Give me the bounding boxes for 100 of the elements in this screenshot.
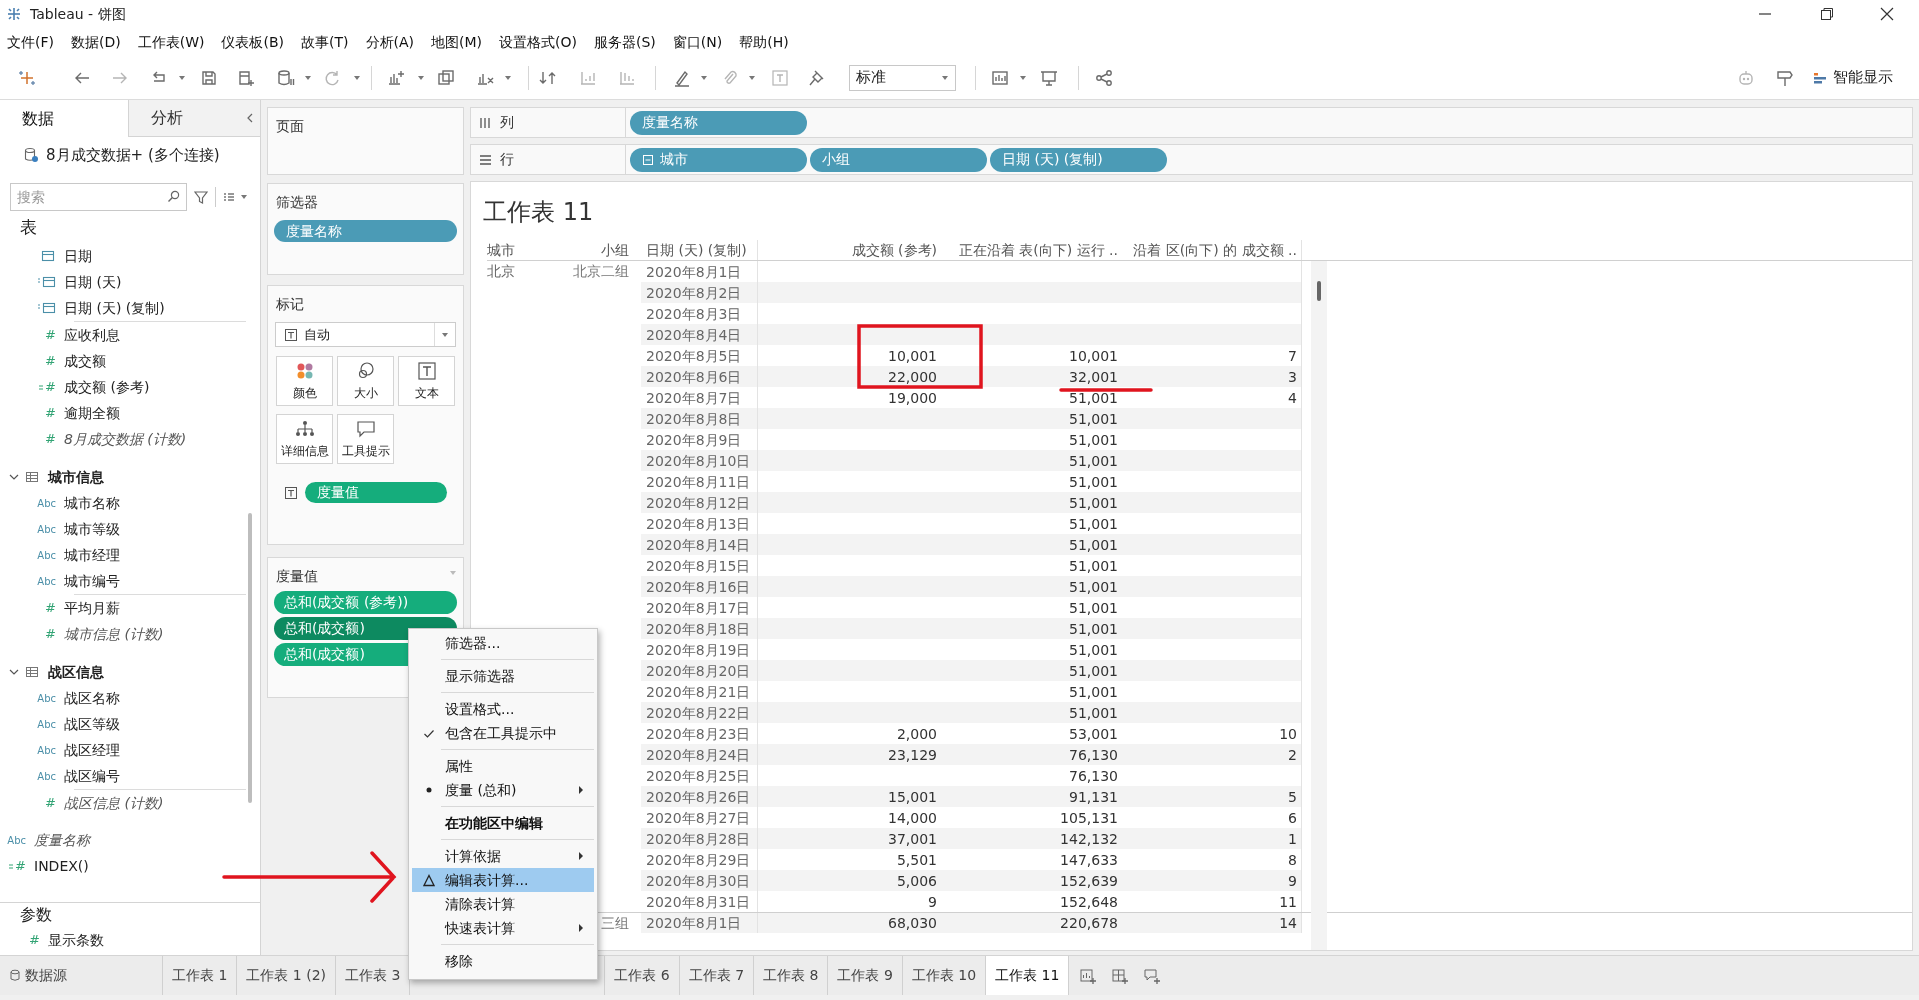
menu-item[interactable]: 故事(T) — [301, 31, 349, 53]
field-item[interactable]: 战区等级 — [64, 713, 120, 735]
chevron-down-icon[interactable] — [9, 472, 19, 482]
field-item[interactable]: 平均月薪 — [64, 597, 120, 619]
column-header[interactable]: 成交额 (参考) — [758, 240, 941, 260]
field-item[interactable]: 城市名称 — [64, 492, 120, 514]
duplicate-icon[interactable] — [436, 67, 456, 88]
field-item[interactable]: 战区名称 — [64, 687, 120, 709]
field-item[interactable]: 8月成交数据 (计数) — [64, 428, 187, 450]
new-worksheet-icon[interactable] — [1079, 966, 1098, 985]
folder-item[interactable]: 战区信息 — [48, 661, 104, 683]
field-item[interactable]: 成交额 (参考) — [64, 376, 150, 398]
column-header[interactable]: 城市 — [487, 240, 566, 260]
new-dashboard-icon[interactable] — [1111, 966, 1130, 985]
show-me-button[interactable]: 智能显示 — [1811, 62, 1895, 93]
field-item[interactable]: 显示条数 — [48, 929, 104, 951]
marks-button[interactable]: 工具提示 — [337, 414, 394, 464]
new-story-icon[interactable] — [1143, 966, 1162, 985]
context-menu-item[interactable]: 度量 (总和) — [412, 778, 594, 802]
field-item[interactable]: 战区信息 (计数) — [64, 792, 164, 814]
columns-icon — [479, 115, 492, 130]
column-header[interactable]: 小组 — [566, 240, 641, 260]
number-type-icon: # — [45, 429, 56, 449]
menu-item[interactable]: 数据(D) — [71, 31, 121, 53]
number-type-icon: # — [15, 856, 26, 876]
field-item[interactable]: 城市信息 (计数) — [64, 623, 164, 645]
context-menu-item[interactable]: 计算依据 — [412, 844, 594, 868]
search-icon[interactable] — [167, 190, 180, 203]
filter-icon[interactable] — [194, 189, 208, 205]
context-menu-item[interactable]: 编辑表计算... — [412, 868, 594, 892]
column-header[interactable]: 正在沿着 表(向下) 运行 .. — [941, 240, 1122, 260]
sheet-tab[interactable]: 工作表 9 — [828, 956, 903, 995]
chevron-down-icon[interactable] — [9, 667, 19, 677]
menu-item[interactable]: 帮助(H) — [739, 31, 789, 53]
datasource-tab[interactable]: 数据源 — [0, 956, 163, 995]
column-header[interactable]: 日期 (天) (复制) — [641, 240, 758, 260]
sheet-tab[interactable]: 工作表 11 — [986, 956, 1070, 995]
card-title: 标记 — [275, 295, 305, 314]
cylinder-pause-icon[interactable] — [275, 67, 295, 88]
menu-item[interactable]: 分析(A) — [365, 31, 414, 53]
marks-button[interactable]: 大小 — [337, 356, 394, 406]
table-cell: 2020年8月21日 — [646, 683, 751, 700]
context-menu-item[interactable]: 包含在工具提示中 — [412, 721, 594, 745]
table-cell: 2020年8月11日 — [646, 473, 751, 490]
table-icon — [25, 470, 39, 484]
sheet-tab[interactable]: 工作表 8 — [754, 956, 829, 995]
menu-item[interactable]: 窗口(N) — [672, 31, 723, 53]
table-cell: 51,001 — [1069, 704, 1118, 721]
menu-item[interactable]: 仪表板(B) — [221, 31, 284, 53]
collapse-icon[interactable] — [246, 112, 254, 124]
sheet-tab[interactable]: 工作表 6 — [605, 956, 680, 995]
datasource-name[interactable]: 8月成交数据+ (多个连接) — [46, 143, 220, 167]
collapse-hierarchy-icon[interactable] — [642, 153, 654, 166]
folder-item[interactable]: 城市信息 — [48, 466, 104, 488]
field-item[interactable]: 战区经理 — [64, 739, 120, 761]
field-item[interactable]: 逾期全额 — [64, 402, 120, 424]
field-item[interactable]: 战区编号 — [64, 765, 120, 787]
restore-icon[interactable] — [1819, 6, 1835, 22]
menu-item[interactable]: 文件(F) — [7, 31, 54, 53]
menu-item[interactable]: 服务器(S) — [594, 31, 656, 53]
marks-button[interactable]: 文本 — [398, 356, 455, 406]
field-item[interactable]: 成交额 — [64, 350, 106, 372]
field-item[interactable]: 日期 — [64, 245, 92, 267]
list-view-icon[interactable] — [223, 191, 235, 203]
field-item[interactable]: INDEX() — [34, 855, 89, 877]
data-pane-tab[interactable]: 分析 — [128, 100, 228, 137]
table-cell: 3 — [1288, 368, 1297, 385]
sheet-tab[interactable]: 工作表 7 — [679, 956, 755, 995]
menu-item[interactable]: 地图(M) — [431, 31, 483, 53]
share-icon[interactable] — [1094, 67, 1114, 88]
context-menu-item[interactable]: 快速表计算 — [412, 916, 594, 940]
database-icon — [24, 147, 39, 163]
field-item[interactable]: 日期 (天) (复制) — [64, 297, 165, 319]
mark-type-dropdown[interactable]: 自动 — [275, 322, 456, 347]
search-field[interactable]: 搜索 — [10, 183, 187, 211]
context-menu-item[interactable]: 显示筛选器 — [412, 664, 594, 688]
field-item[interactable]: 城市经理 — [64, 544, 120, 566]
field-item[interactable]: 城市等级 — [64, 518, 120, 540]
field-item[interactable]: 城市编号 — [64, 570, 120, 592]
view-size-dropdown[interactable]: 标准 — [849, 64, 956, 91]
table-cell: 2020年8月2日 — [646, 284, 742, 301]
context-menu-item[interactable]: 移除 — [412, 949, 594, 973]
marks-button[interactable]: 详细信息 — [276, 414, 333, 464]
context-menu-item[interactable]: 设置格式... — [412, 697, 594, 721]
field-item[interactable]: 度量名称 — [34, 829, 90, 851]
marks-button[interactable]: 颜色 — [276, 356, 333, 406]
column-header[interactable]: 沿着 区(向下) 的 成交额 .. — [1122, 240, 1302, 260]
context-menu-item[interactable]: 属性 — [412, 754, 594, 778]
table-cell: 8 — [1288, 851, 1297, 868]
sheet-tab[interactable]: 工作表 1 — [163, 956, 238, 995]
close-icon[interactable] — [1879, 6, 1895, 22]
field-item[interactable]: 应收利息 — [64, 324, 120, 346]
menu-item[interactable]: 工作表(W) — [137, 31, 205, 53]
field-item[interactable]: 日期 (天) — [64, 271, 122, 293]
context-menu-item[interactable]: 清除表计算 — [412, 892, 594, 916]
menu-item[interactable]: 设置格式(O) — [499, 31, 577, 53]
sheet-tab[interactable]: 工作表 1 (2) — [237, 956, 336, 995]
context-menu-item[interactable]: 在功能区中编辑 — [412, 811, 594, 835]
table-cell: 9 — [928, 893, 937, 910]
text-mark-icon — [284, 485, 298, 500]
